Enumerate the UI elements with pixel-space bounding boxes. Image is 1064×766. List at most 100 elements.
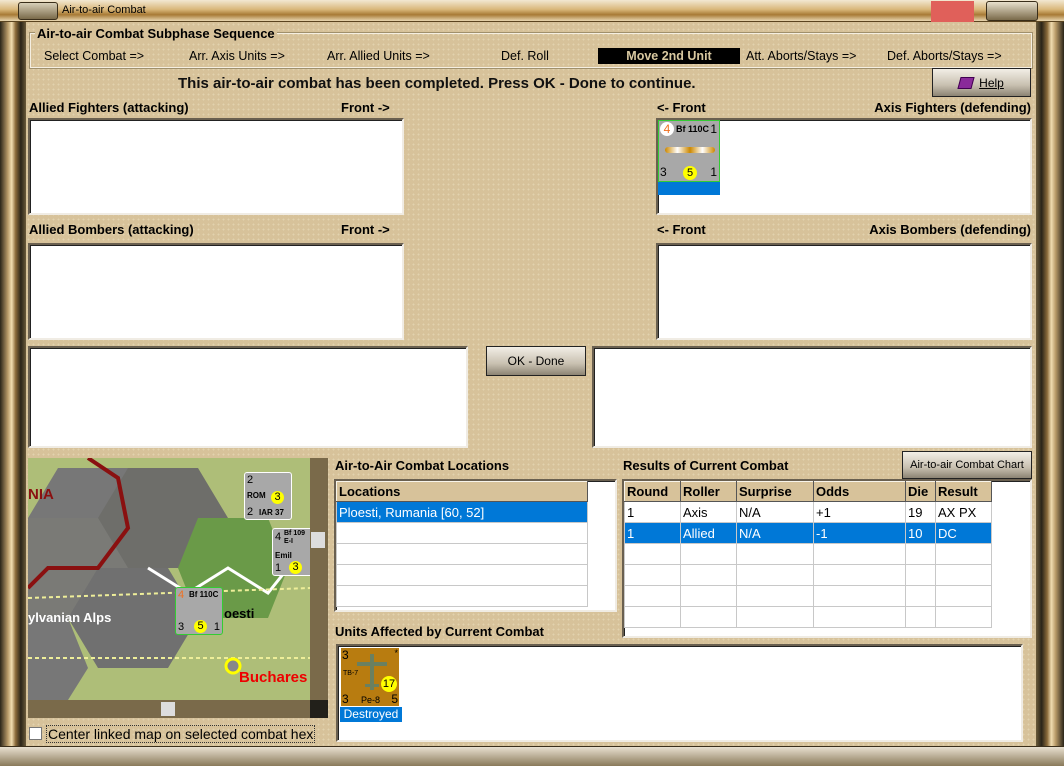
col-roller[interactable]: Roller	[680, 481, 737, 502]
affected-units-box[interactable]: 3 * TB-7 17 3 Pe-8 5 Destroyed	[336, 644, 1023, 742]
col-round[interactable]: Round	[624, 481, 681, 502]
unit-counter-bf110c[interactable]: 4 Bf 110C 1 3 5 1	[658, 120, 720, 182]
horizontal-scroll-thumb[interactable]	[161, 702, 175, 716]
result-row[interactable]	[624, 564, 992, 586]
axis-info-box	[592, 346, 1032, 448]
map-vertical-scrollbar[interactable]	[310, 458, 328, 700]
result-cell[interactable]: -1	[813, 522, 906, 544]
allied-fighters-box[interactable]	[28, 118, 404, 215]
allied-bombers-box[interactable]	[28, 243, 404, 340]
result-cell[interactable]	[813, 606, 906, 628]
location-cell[interactable]	[336, 522, 588, 544]
map-label-mountains: ylvanian Alps	[28, 610, 112, 625]
unit-circle: 5	[194, 620, 207, 633]
location-row[interactable]	[336, 564, 588, 586]
result-cell[interactable]	[935, 585, 992, 607]
combat-chart-button[interactable]: Air-to-air Combat Chart	[902, 451, 1032, 479]
bottom-bar	[0, 746, 1064, 766]
result-cell[interactable]	[736, 564, 814, 586]
title-bar	[0, 0, 1064, 22]
result-row[interactable]: 1 Allied N/A -1 10 DC	[624, 522, 992, 544]
result-cell[interactable]: N/A	[736, 501, 814, 523]
result-cell[interactable]	[935, 564, 992, 586]
axis-fighters-box[interactable]: 4 Bf 110C 1 3 5 1	[656, 118, 1032, 215]
result-cell[interactable]	[935, 606, 992, 628]
locations-list[interactable]: Locations Ploesti, Rumania [60, 52]	[334, 479, 617, 612]
counter-bottom-left: 3	[342, 692, 349, 706]
counter-bottom-left: 3	[660, 165, 667, 179]
map-label-bucharest: Buchares	[239, 669, 308, 686]
result-cell[interactable]	[905, 564, 936, 586]
result-cell[interactable]	[935, 543, 992, 565]
result-cell[interactable]	[624, 606, 681, 628]
result-row[interactable]: 1 Axis N/A +1 19 AX PX	[624, 501, 992, 523]
result-cell[interactable]	[736, 606, 814, 628]
results-table-box: Round Roller Surprise Odds Die Result 1A…	[622, 479, 1032, 638]
unit-bl: 2	[247, 506, 254, 518]
col-result[interactable]: Result	[935, 481, 992, 502]
step-move-2nd-unit-active: Move 2nd Unit	[598, 48, 740, 64]
mini-map[interactable]: NIA ylvanian Alps oesti Buchares 2 ROM 3…	[28, 458, 328, 718]
result-row[interactable]	[624, 585, 992, 607]
result-cell[interactable]: Allied	[680, 522, 737, 544]
vertical-scroll-thumb[interactable]	[311, 532, 325, 548]
window-control-button[interactable]	[986, 1, 1038, 21]
col-surprise[interactable]: Surprise	[736, 481, 814, 502]
location-row[interactable]	[336, 543, 588, 565]
result-cell[interactable]: DC	[935, 522, 992, 544]
counter-name: Pe-8	[361, 695, 381, 705]
result-cell[interactable]	[624, 564, 681, 586]
result-row[interactable]	[624, 606, 992, 628]
center-map-checkbox[interactable]	[29, 727, 42, 740]
unit-status: Destroyed	[340, 707, 402, 722]
result-cell[interactable]	[624, 585, 681, 607]
unit-counter-pe8[interactable]: 3 * TB-7 17 3 Pe-8 5	[340, 647, 400, 707]
window-menu-button[interactable]	[18, 2, 58, 20]
location-cell[interactable]	[336, 543, 588, 565]
location-cell[interactable]	[336, 564, 588, 586]
result-cell[interactable]: Axis	[680, 501, 737, 523]
location-cell[interactable]	[336, 585, 588, 607]
result-cell[interactable]: 1	[624, 522, 681, 544]
close-button[interactable]	[931, 1, 974, 22]
result-cell[interactable]: 19	[905, 501, 936, 523]
unit-circle: 3	[271, 491, 284, 504]
result-cell[interactable]	[680, 606, 737, 628]
result-cell[interactable]	[680, 543, 737, 565]
map-horizontal-scrollbar[interactable]	[28, 700, 310, 718]
result-cell[interactable]	[736, 543, 814, 565]
result-cell[interactable]	[813, 585, 906, 607]
result-cell[interactable]	[905, 585, 936, 607]
col-odds[interactable]: Odds	[813, 481, 906, 502]
allied-fighters-front: Front ->	[341, 100, 390, 115]
location-row[interactable]	[336, 522, 588, 544]
result-cell[interactable]	[905, 543, 936, 565]
location-row[interactable]	[336, 585, 588, 607]
window-frame-right	[1036, 22, 1064, 746]
result-cell[interactable]	[680, 585, 737, 607]
col-die[interactable]: Die	[905, 481, 936, 502]
result-cell[interactable]: 1	[624, 501, 681, 523]
help-button[interactable]: Help	[932, 68, 1031, 97]
location-row[interactable]: Ploesti, Rumania [60, 52]	[336, 501, 588, 523]
result-cell[interactable]	[905, 606, 936, 628]
map-unit-bf110c[interactable]: 4 Bf 110C 3 5 1	[175, 587, 223, 635]
locations-header[interactable]: Locations	[336, 481, 588, 502]
result-cell[interactable]	[624, 543, 681, 565]
result-cell[interactable]: N/A	[736, 522, 814, 544]
result-row[interactable]	[624, 543, 992, 565]
map-unit-iar37[interactable]: 2 ROM 3 2 IAR 37	[244, 472, 292, 520]
axis-fighters-label: Axis Fighters (defending)	[874, 100, 1031, 115]
result-cell[interactable]	[736, 585, 814, 607]
result-cell[interactable]: AX PX	[935, 501, 992, 523]
result-cell[interactable]: +1	[813, 501, 906, 523]
counter-circle: 17	[381, 676, 397, 692]
center-map-label[interactable]: Center linked map on selected combat hex	[46, 725, 316, 743]
result-cell[interactable]	[680, 564, 737, 586]
location-cell[interactable]: Ploesti, Rumania [60, 52]	[336, 501, 588, 523]
result-cell[interactable]	[813, 543, 906, 565]
ok-done-button[interactable]: OK - Done	[486, 346, 586, 376]
axis-bombers-box[interactable]	[656, 243, 1032, 340]
result-cell[interactable]	[813, 564, 906, 586]
result-cell[interactable]: 10	[905, 522, 936, 544]
